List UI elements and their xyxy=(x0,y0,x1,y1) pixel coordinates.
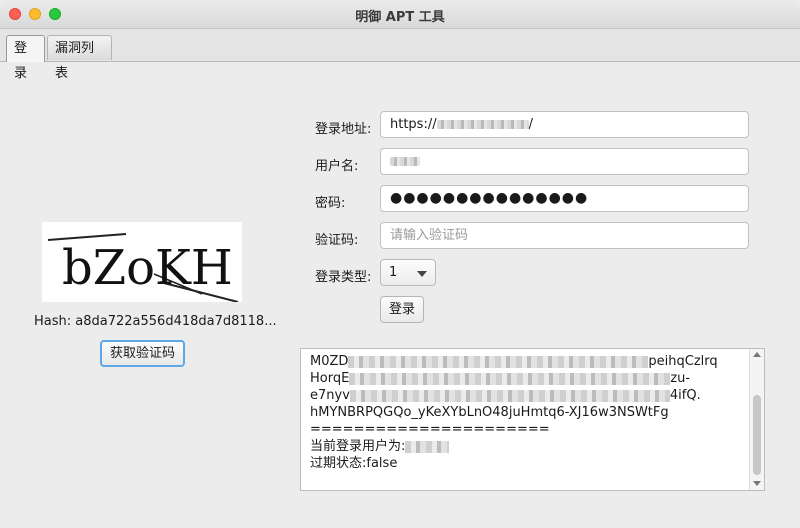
tab-vulnerability-list[interactable]: 漏洞列表 xyxy=(47,35,112,81)
chevron-down-icon xyxy=(417,271,427,277)
output-line: hMYNBRPQGQo_yKeXYbLnO48juHmtq6-XJ16w3NSW… xyxy=(310,405,669,420)
captcha-text: bZoKH xyxy=(62,240,233,296)
scroll-up-icon[interactable] xyxy=(753,352,761,357)
output-line: M0ZD peihqCzlrq xyxy=(310,354,718,369)
redacted-token xyxy=(349,372,671,385)
address-suffix: / xyxy=(528,117,533,132)
redacted-token xyxy=(348,355,649,368)
captcha-image: bZoKH xyxy=(42,222,242,302)
output-scrollbar[interactable] xyxy=(749,349,764,490)
captcha-placeholder: 请输入验证码 xyxy=(390,228,469,243)
login-type-select[interactable]: 1 xyxy=(380,259,436,286)
redacted-user xyxy=(405,440,450,453)
captcha-hash: Hash: a8da722a556d418da7d8118... xyxy=(34,314,277,329)
captcha-label: 验证码: xyxy=(315,233,359,248)
scrollbar-thumb[interactable] xyxy=(753,395,761,475)
window-title: 明御 APT 工具 xyxy=(355,10,445,25)
output-text-area[interactable]: M0ZD peihqCzlrq HorqE zu- e7nyv 4ifQ. hMYNB… xyxy=(300,348,765,491)
address-value: https:// xyxy=(390,117,437,132)
captcha-input[interactable]: 请输入验证码 xyxy=(380,222,749,249)
scroll-down-icon[interactable] xyxy=(753,481,761,486)
app-window: 明御 APT 工具 登录 漏洞列表 bZoKH Hash: a8da722a55… xyxy=(0,0,800,528)
title-bar: 明御 APT 工具 xyxy=(0,0,800,29)
tab-bar: 登录 漏洞列表 xyxy=(0,29,800,81)
output-content: M0ZD peihqCzlrq HorqE zu- e7nyv 4ifQ. hMYNB… xyxy=(310,353,740,472)
password-field[interactable]: ●●●●●●●●●●●●●●● xyxy=(380,185,749,212)
login-type-label: 登录类型: xyxy=(315,270,372,285)
address-field[interactable]: https:// / xyxy=(380,111,749,138)
login-type-value: 1 xyxy=(389,265,398,280)
username-field[interactable] xyxy=(380,148,749,175)
redacted-token xyxy=(349,389,670,402)
output-line: 当前登录用户为: xyxy=(310,438,740,455)
login-button[interactable]: 登录 xyxy=(380,296,424,323)
output-line: ====================== xyxy=(310,422,550,437)
fetch-captcha-button[interactable]: 获取验证码 xyxy=(100,340,185,367)
password-label: 密码: xyxy=(315,196,346,211)
address-label: 登录地址: xyxy=(315,122,372,137)
redacted-username xyxy=(390,157,420,166)
output-line: HorqE zu- xyxy=(310,371,691,386)
output-line: 过期状态:false xyxy=(310,456,398,471)
username-label: 用户名: xyxy=(315,159,359,174)
output-line: e7nyv 4ifQ. xyxy=(310,388,701,403)
redacted-address xyxy=(436,120,529,129)
tab-login[interactable]: 登录 xyxy=(6,35,45,81)
